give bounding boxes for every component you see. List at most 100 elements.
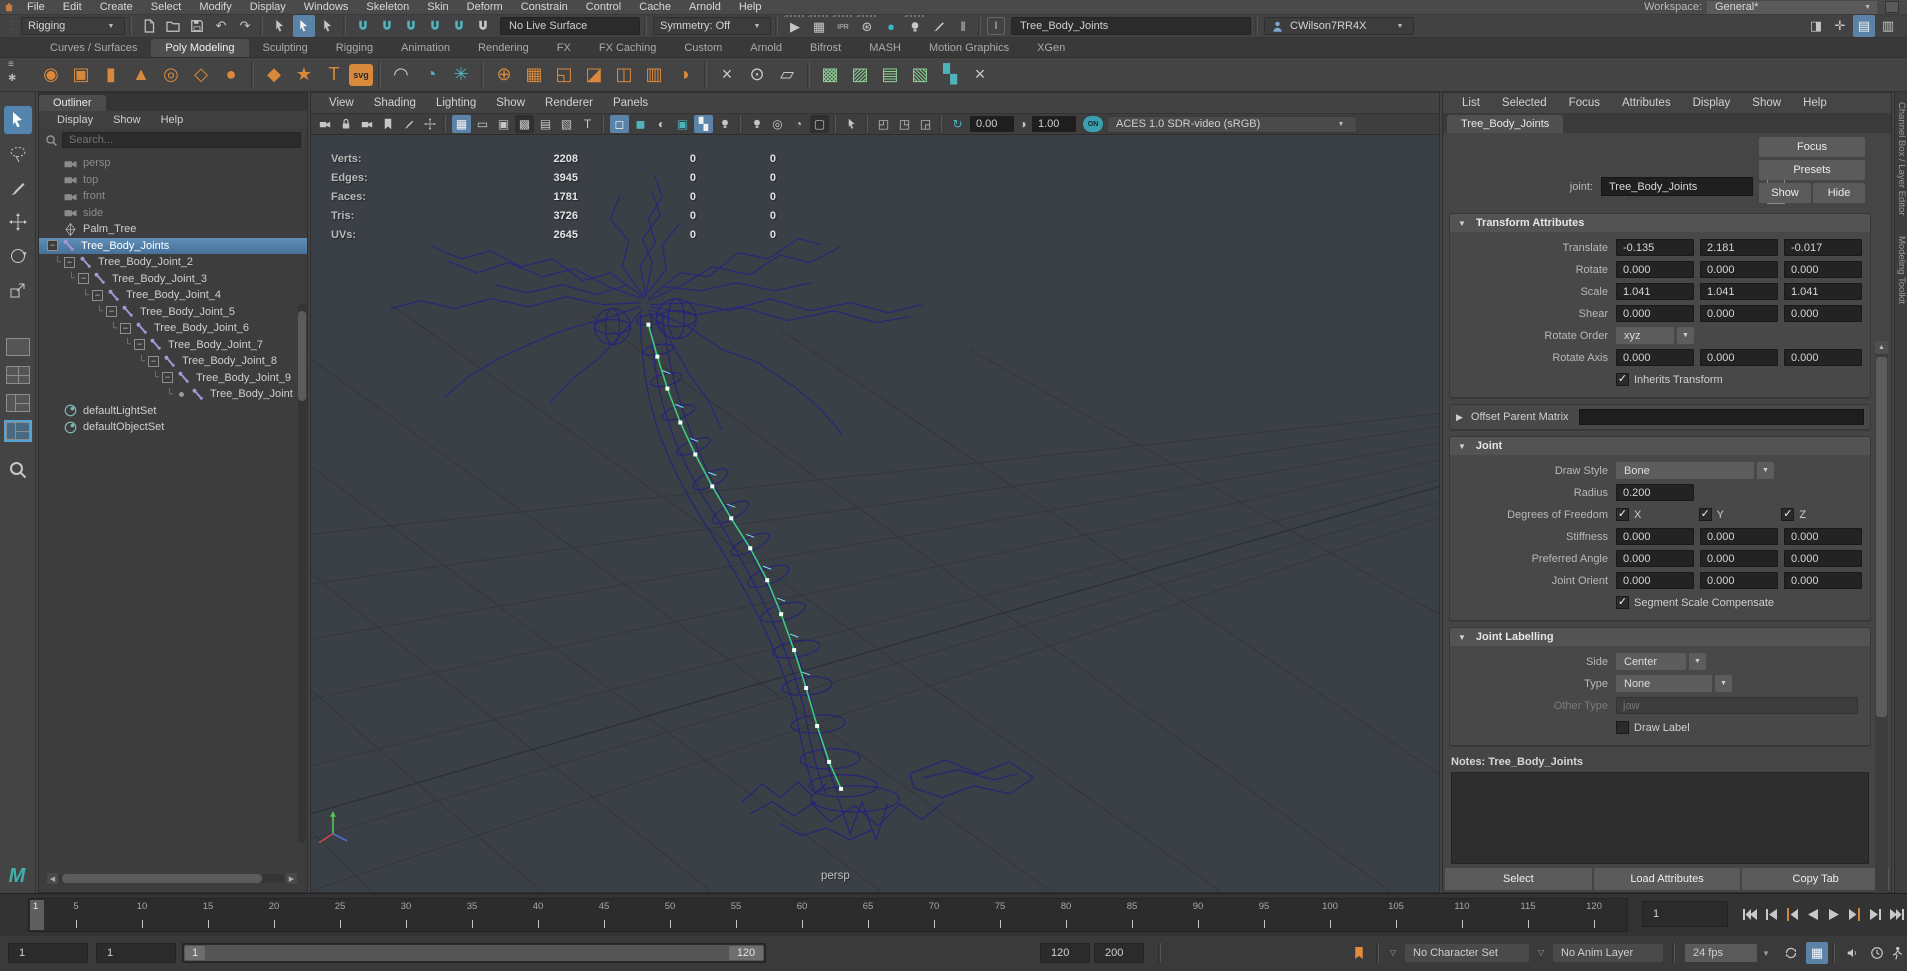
outliner-menu-show[interactable]: Show xyxy=(105,114,149,126)
shelf-type-tool[interactable]: T xyxy=(319,60,349,90)
collapse-expander[interactable]: − xyxy=(64,257,75,268)
shelf-mirror[interactable]: ▥ xyxy=(639,60,669,90)
select-object-icon[interactable] xyxy=(293,15,315,37)
chevron-down-icon[interactable]: ▼ xyxy=(1757,462,1774,479)
motion-graphics[interactable]: Motion Graphics xyxy=(915,39,1023,57)
chevron-down-icon[interactable]: ▼ xyxy=(1762,949,1770,958)
rotate-axis-x-field[interactable] xyxy=(1616,349,1694,366)
shelf-smooth[interactable]: ◑ xyxy=(669,60,699,90)
timeline-tick[interactable]: 115 xyxy=(1495,899,1561,931)
step-forward-frame-button[interactable] xyxy=(1866,899,1886,929)
outliner-search-input[interactable] xyxy=(62,132,301,148)
color-picker-icon[interactable] xyxy=(928,15,950,37)
paint-selection-tool[interactable] xyxy=(4,174,32,202)
edit[interactable]: Edit xyxy=(54,1,91,13)
vp-camera-icon[interactable] xyxy=(315,115,334,133)
vp-gate-mask-icon[interactable]: ▩ xyxy=(515,115,534,133)
fps-dropdown[interactable]: 24 fps xyxy=(1684,943,1758,963)
radius-field[interactable] xyxy=(1616,484,1694,501)
vp-shaded-icon[interactable]: ◼ xyxy=(631,115,650,133)
file[interactable]: File xyxy=(18,1,54,13)
draw-style-dropdown[interactable]: Bone xyxy=(1616,462,1754,479)
channel-box-vertical-tab[interactable]: Channel Box / Layer Editor xyxy=(1895,92,1907,226)
joint-header[interactable]: ▼Joint xyxy=(1450,437,1870,455)
shelf-poly-cylinder[interactable]: ▮ xyxy=(96,60,126,90)
windows[interactable]: Windows xyxy=(295,1,358,13)
collapse-expander[interactable]: − xyxy=(92,290,103,301)
layout-single-pane-button[interactable] xyxy=(6,338,30,356)
stiffness-x-field[interactable] xyxy=(1616,528,1694,545)
outliner-menu-help[interactable]: Help xyxy=(153,114,192,126)
shading[interactable]: Shading xyxy=(364,97,426,109)
vp-film-gate-icon[interactable]: ▭ xyxy=(473,115,492,133)
collapse-expander[interactable]: − xyxy=(78,273,89,284)
redo-icon[interactable]: ↷ xyxy=(234,15,256,37)
translate-y-field[interactable] xyxy=(1700,239,1778,256)
select-by-name-icon[interactable]: I xyxy=(987,17,1005,35)
current-frame-field[interactable]: 1 xyxy=(1642,901,1728,927)
render-settings-icon[interactable]: ⊛ xyxy=(856,15,878,37)
outliner-item-tree-body-joint-5[interactable]: └−Tree_Body_Joint_5 xyxy=(39,304,307,321)
vp-shadows-icon[interactable] xyxy=(747,115,766,133)
snap-to-view-plane-icon[interactable] xyxy=(448,15,470,37)
joint-name-field[interactable] xyxy=(1601,177,1753,196)
outliner-item-tree-body-joint-9[interactable]: └−Tree_Body_Joint_9 xyxy=(39,370,307,387)
shear-y-field[interactable] xyxy=(1700,305,1778,322)
shelf-boolean-union[interactable]: ⊕ xyxy=(489,60,519,90)
copy-tab-button[interactable]: Copy Tab xyxy=(1742,868,1889,890)
shelf-multi-cut[interactable]: × xyxy=(712,60,742,90)
rendering[interactable]: Rendering xyxy=(464,39,543,57)
vp-multisample-icon[interactable]: ▢ xyxy=(810,115,829,133)
side-dropdown[interactable]: Center xyxy=(1616,653,1686,670)
sync-clock-icon[interactable] xyxy=(1866,942,1888,964)
node-tab[interactable]: Tree_Body_Joints xyxy=(1447,115,1563,133)
selected[interactable]: Selected xyxy=(1491,97,1558,109)
vp-refresh-icon[interactable]: ↻ xyxy=(948,115,967,133)
vp-bookmark-icon[interactable] xyxy=(378,115,397,133)
timeline-tick[interactable]: 35 xyxy=(439,899,505,931)
rotate-tool[interactable] xyxy=(4,242,32,270)
timeline-tick[interactable]: 70 xyxy=(901,899,967,931)
timeline-tick[interactable]: 85 xyxy=(1099,899,1165,931)
shelf-platonic-solid[interactable]: ◆ xyxy=(259,60,289,90)
menu-set-dropdown[interactable]: Rigging ▼ xyxy=(21,17,125,35)
rigging[interactable]: Rigging xyxy=(322,39,387,57)
shear-z-field[interactable] xyxy=(1784,305,1862,322)
custom[interactable]: Custom xyxy=(670,39,736,57)
timeline-playhead[interactable]: 1 xyxy=(30,900,44,930)
character-set-dropdown[interactable]: No Character Set xyxy=(1404,943,1530,963)
outliner-item-palm-tree[interactable]: Palm_Tree xyxy=(39,221,307,238)
color-management-on-badge[interactable]: ON xyxy=(1083,116,1103,132)
mash[interactable]: MASH xyxy=(855,39,915,57)
undo-icon[interactable]: ↶ xyxy=(210,15,232,37)
outliner-item-tree-body-joint-8[interactable]: └−Tree_Body_Joint_8 xyxy=(39,353,307,370)
vp-isolate-select-icon[interactable] xyxy=(842,115,861,133)
curves-surfaces[interactable]: Curves / Surfaces xyxy=(36,39,151,57)
vp-ao-icon[interactable]: ◎ xyxy=(768,115,787,133)
joint-labelling-header[interactable]: ▼Joint Labelling xyxy=(1450,628,1870,646)
move-tool[interactable] xyxy=(4,208,32,236)
open-scene-icon[interactable] xyxy=(162,15,184,37)
collapse-expander[interactable]: − xyxy=(162,372,173,383)
scale-x-field[interactable] xyxy=(1616,283,1694,300)
hide-button[interactable]: Hide xyxy=(1813,183,1865,203)
vp-field-chart-icon[interactable]: ▤ xyxy=(536,115,555,133)
outliner-horizontal-scrollbar[interactable]: ◀ ▶ xyxy=(47,873,297,884)
timeline-tick[interactable]: 60 xyxy=(769,899,835,931)
outliner-item-tree-body-joint-6[interactable]: └−Tree_Body_Joint_6 xyxy=(39,320,307,337)
character-controls-icon[interactable] xyxy=(1886,942,1907,964)
select-by-name-input[interactable]: Tree_Body_Joints xyxy=(1011,17,1251,35)
create[interactable]: Create xyxy=(91,1,142,13)
select-hierarchy-icon[interactable] xyxy=(269,15,291,37)
rotate-x-field[interactable] xyxy=(1616,261,1694,278)
shelf-time-editor[interactable]: ◔ xyxy=(416,60,446,90)
timeline-tick[interactable]: 25 xyxy=(307,899,373,931)
play-backwards-button[interactable] xyxy=(1803,899,1823,929)
shelf-poly-cone[interactable]: ▲ xyxy=(126,60,156,90)
shear-x-field[interactable] xyxy=(1616,305,1694,322)
poly-modeling[interactable]: Poly Modeling xyxy=(151,39,248,57)
constrain[interactable]: Constrain xyxy=(512,1,577,13)
fx-caching[interactable]: FX Caching xyxy=(585,39,670,57)
layout-four-pane-button[interactable] xyxy=(6,366,30,384)
go-to-end-button[interactable] xyxy=(1887,899,1907,929)
